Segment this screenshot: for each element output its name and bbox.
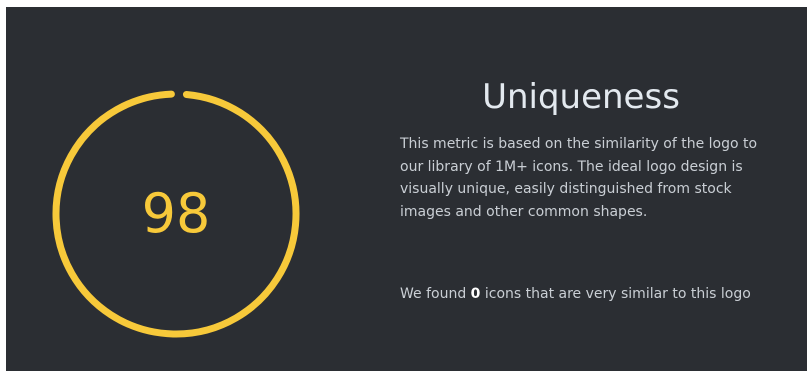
- uniqueness-score-gauge: 98: [50, 88, 302, 340]
- uniqueness-panel: 98 Uniqueness This metric is based on th…: [6, 7, 807, 371]
- section-title: Uniqueness: [482, 77, 680, 117]
- found-prefix: We found: [400, 286, 471, 302]
- metric-description: This metric is based on the similarity o…: [400, 136, 758, 220]
- similar-icons-count: 0: [470, 286, 481, 302]
- uniqueness-score-value: 98: [141, 182, 211, 245]
- found-suffix: icons that are very similar to this logo: [480, 286, 751, 302]
- similar-icons-statement: We found 0 icons that are very similar t…: [400, 283, 780, 306]
